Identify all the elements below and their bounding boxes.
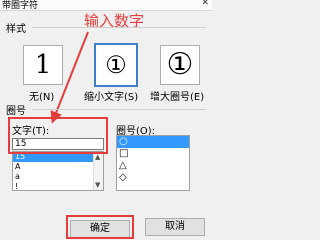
text-list-item[interactable]: a <box>13 172 103 182</box>
ok-button-highlight <box>66 215 134 239</box>
shape-list-item[interactable]: ○ <box>117 136 189 148</box>
shape-list-item[interactable]: △ <box>117 160 189 172</box>
style-section-divider <box>32 27 206 28</box>
style-shrink-label[interactable]: 缩小文字(S) <box>84 88 138 103</box>
text-list-scrollbar[interactable]: ▲ ▼ <box>93 152 103 190</box>
style-option-none[interactable]: 1 <box>23 45 63 85</box>
style-none-preview: 1 <box>34 50 52 80</box>
style-shrink-preview: ① <box>105 51 127 79</box>
style-option-shrink-text[interactable]: ① <box>94 43 138 87</box>
text-list-item[interactable]: ! <box>13 182 103 190</box>
circle-section-label: 圈号 <box>6 106 26 117</box>
style-section-label: 样式 <box>6 24 26 35</box>
style-enlarge-preview: ① <box>166 47 194 82</box>
style-enlarge-label[interactable]: 增大圈号(E) <box>150 88 204 103</box>
circle-section-divider <box>32 109 206 110</box>
shape-list-item[interactable]: □ <box>117 148 189 160</box>
text-list[interactable]: 15 A a ! ▲ ▼ <box>12 151 104 191</box>
text-input-highlight <box>8 117 108 154</box>
shape-list-item[interactable]: ◇ <box>117 172 189 184</box>
style-none-label[interactable]: 无(N) <box>29 88 54 103</box>
shape-list[interactable]: ○ □ △ ◇ <box>116 135 190 191</box>
cancel-button[interactable]: 取消 <box>145 218 205 236</box>
text-list-item[interactable]: A <box>13 162 103 172</box>
style-option-enlarge-circle[interactable]: ① <box>160 45 200 85</box>
scroll-down-icon[interactable]: ▼ <box>95 181 100 189</box>
scroll-up-icon[interactable]: ▲ <box>95 153 100 161</box>
